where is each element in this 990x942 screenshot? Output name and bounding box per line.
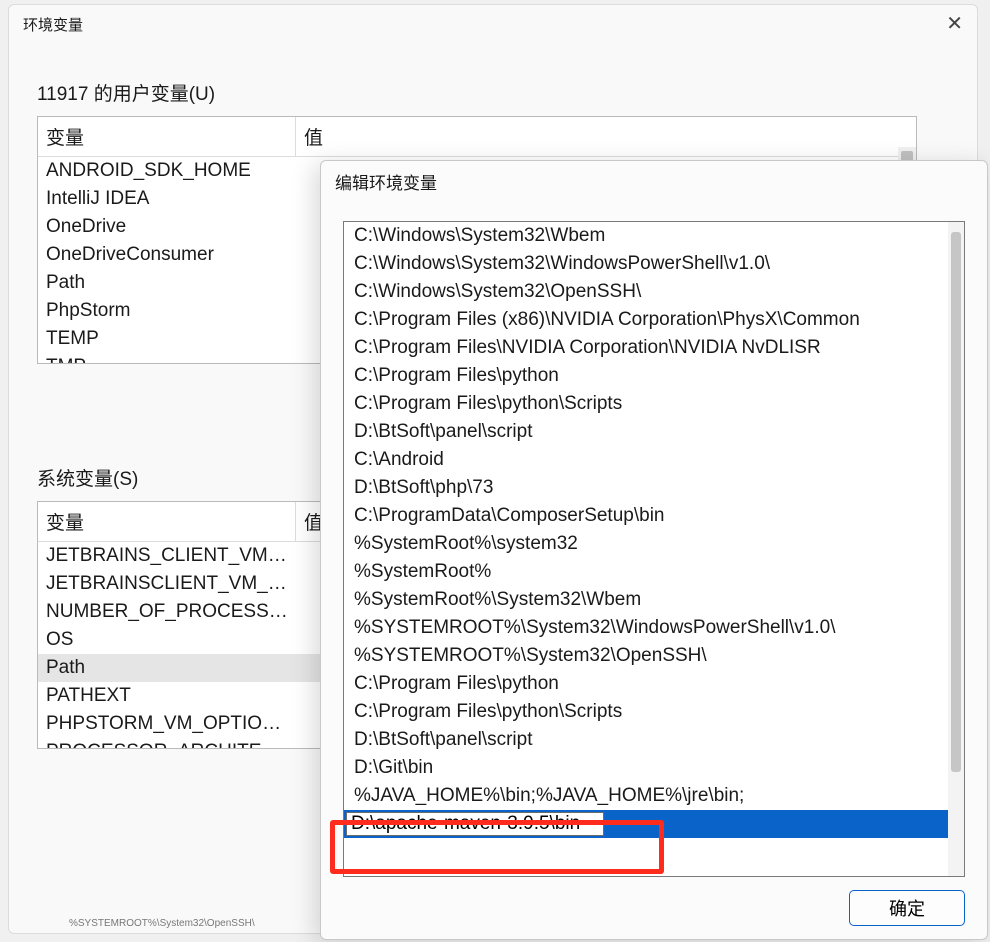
cell-variable: Path bbox=[38, 654, 296, 682]
col-variable[interactable]: 变量 bbox=[38, 117, 296, 156]
list-item[interactable]: %SystemRoot%\system32 bbox=[344, 530, 964, 558]
list-item[interactable]: D:\BtSoft\php\73 bbox=[344, 474, 964, 502]
env-dialog-titlebar: 环境变量 ✕ bbox=[9, 5, 977, 43]
path-list[interactable]: C:\Windows\System32\WbemC:\Windows\Syste… bbox=[343, 221, 965, 877]
list-item[interactable]: C:\Android bbox=[344, 446, 964, 474]
list-item[interactable]: %SystemRoot%\System32\Wbem bbox=[344, 586, 964, 614]
user-vars-label: 11917 的用户变量(U) bbox=[37, 79, 949, 106]
cell-variable: OS bbox=[38, 626, 296, 654]
col-variable[interactable]: 变量 bbox=[38, 502, 296, 541]
scrollbar[interactable] bbox=[948, 222, 964, 876]
cell-variable: Path bbox=[38, 269, 296, 297]
edit-dialog-footer: 确定 bbox=[321, 877, 987, 939]
stray-text: %SYSTEMROOT%\System32\OpenSSH\ bbox=[69, 918, 255, 929]
cell-variable: OneDriveConsumer bbox=[38, 241, 296, 269]
cell-variable: PhpStorm bbox=[38, 297, 296, 325]
list-item[interactable]: D:\BtSoft\panel\script bbox=[344, 418, 964, 446]
env-dialog-title: 环境变量 bbox=[23, 14, 83, 35]
cell-variable: PROCESSOR_ARCHITECTURE bbox=[38, 738, 296, 749]
edit-dialog-body: C:\Windows\System32\WbemC:\Windows\Syste… bbox=[321, 201, 987, 877]
cell-variable: OneDrive bbox=[38, 213, 296, 241]
cell-variable: PATHEXT bbox=[38, 682, 296, 710]
list-item[interactable]: C:\Program Files (x86)\NVIDIA Corporatio… bbox=[344, 306, 964, 334]
list-item[interactable]: C:\Windows\System32\WindowsPowerShell\v1… bbox=[344, 250, 964, 278]
cell-variable: IntelliJ IDEA bbox=[38, 185, 296, 213]
edit-dialog-titlebar: 编辑环境变量 bbox=[321, 161, 987, 201]
list-item[interactable]: %SYSTEMROOT%\System32\OpenSSH\ bbox=[344, 642, 964, 670]
cell-variable: TEMP bbox=[38, 325, 296, 353]
list-item[interactable]: C:\Windows\System32\OpenSSH\ bbox=[344, 278, 964, 306]
scrollbar-thumb[interactable] bbox=[951, 232, 961, 772]
list-item[interactable]: C:\Program Files\NVIDIA Corporation\NVID… bbox=[344, 334, 964, 362]
list-item[interactable]: C:\Program Files\python\Scripts bbox=[344, 698, 964, 726]
cell-variable: ANDROID_SDK_HOME bbox=[38, 157, 296, 185]
list-item[interactable]: %SYSTEMROOT%\System32\WindowsPowerShell\… bbox=[344, 614, 964, 642]
list-item[interactable] bbox=[344, 810, 964, 838]
list-item[interactable]: D:\Git\bin bbox=[344, 754, 964, 782]
list-item[interactable]: C:\Program Files\python bbox=[344, 670, 964, 698]
list-item[interactable]: C:\Program Files\python\Scripts bbox=[344, 390, 964, 418]
close-icon[interactable]: ✕ bbox=[946, 14, 963, 34]
list-item[interactable]: D:\BtSoft\panel\script bbox=[344, 726, 964, 754]
list-item[interactable]: C:\ProgramData\ComposerSetup\bin bbox=[344, 502, 964, 530]
edit-dialog-title: 编辑环境变量 bbox=[335, 174, 437, 193]
path-edit-input[interactable] bbox=[346, 812, 604, 836]
cell-variable: PHPSTORM_VM_OPTIONS bbox=[38, 710, 296, 738]
table-header: 变量 值 bbox=[38, 117, 916, 157]
cell-variable: JETBRAINS_CLIENT_VM_OPT... bbox=[38, 542, 296, 570]
col-value[interactable]: 值 bbox=[296, 117, 916, 156]
edit-env-variable-dialog: 编辑环境变量 C:\Windows\System32\WbemC:\Window… bbox=[320, 160, 988, 940]
list-item[interactable]: C:\Program Files\python bbox=[344, 362, 964, 390]
list-item[interactable]: %SystemRoot% bbox=[344, 558, 964, 586]
cell-variable: JETBRAINSCLIENT_VM_OPTI... bbox=[38, 570, 296, 598]
list-item[interactable]: %JAVA_HOME%\bin;%JAVA_HOME%\jre\bin; bbox=[344, 782, 964, 810]
cell-variable: NUMBER_OF_PROCESSORS bbox=[38, 598, 296, 626]
list-item[interactable]: C:\Windows\System32\Wbem bbox=[344, 222, 964, 250]
cell-variable: TMP bbox=[38, 353, 296, 364]
ok-button[interactable]: 确定 bbox=[849, 890, 965, 926]
